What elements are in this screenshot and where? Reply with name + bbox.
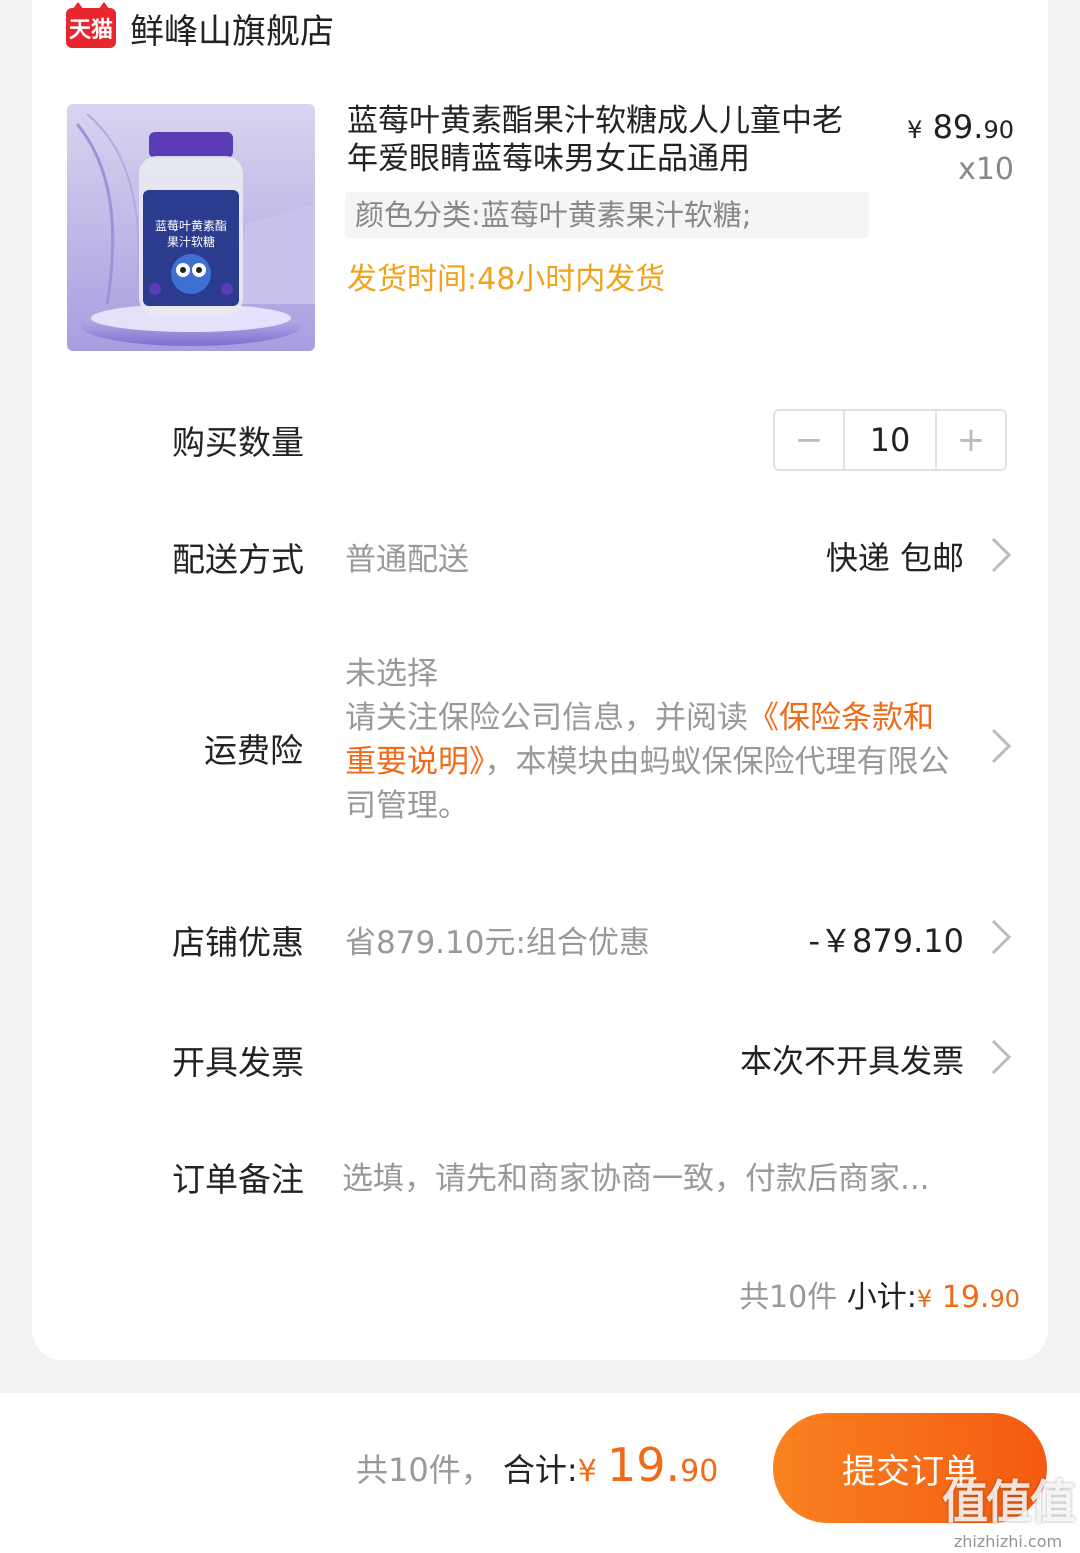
chevron-right-icon (991, 919, 1012, 955)
discount-value: 省879.10元:组合优惠 (345, 925, 650, 961)
quantity-stepper: − 10 + (773, 409, 1007, 471)
order-note-input[interactable]: 选填，请先和商家协商一致，付款后商家... (342, 1153, 1012, 1198)
shop-name[interactable]: 鲜峰山旗舰店 (130, 4, 334, 53)
image-label-line2: 果汁软糖 (167, 234, 215, 249)
insurance-status: 未选择 (345, 656, 438, 692)
chevron-right-icon (991, 728, 1012, 764)
product-price: ¥ 89.90 (907, 108, 1014, 146)
insurance-notice: 请关注保险公司信息，并阅读 (345, 700, 748, 736)
product-title[interactable]: 蓝莓叶黄素酯果汁软糖成人儿童中老年爱眼睛蓝莓味男女正品通用 (347, 102, 857, 178)
chevron-right-icon (991, 1039, 1012, 1075)
plus-button[interactable]: + (937, 411, 1005, 469)
product-sku[interactable]: 颜色分类:蓝莓叶黄素果汁软糖; (345, 192, 869, 238)
invoice-label: 开具发票 (172, 1043, 304, 1082)
shop-header[interactable]: 天猫 鲜峰山旗舰店 (66, 2, 334, 53)
watermark: 值值值 zhizhizhi.com (942, 1475, 1076, 1551)
tmall-logo-icon: 天猫 (66, 2, 116, 48)
order-card: 天猫 鲜峰山旗舰店 蓝莓叶黄素酯 果汁软糖 蓝莓叶黄素酯果汁软糖成人儿童中老年爱… (32, 0, 1048, 1360)
chevron-right-icon (991, 537, 1012, 573)
ship-time-text: 发货时间:48小时内发货 (347, 262, 666, 297)
discount-amount: -￥879.10 (808, 922, 964, 960)
quantity-label: 购买数量 (172, 423, 304, 462)
subtotal: 共10件 小计:¥ 19.90 (739, 1280, 1020, 1315)
product-image[interactable]: 蓝莓叶黄素酯 果汁软糖 (67, 104, 315, 351)
note-label: 订单备注 (172, 1160, 304, 1199)
order-total: 共10件， 合计:¥ 19.90 (356, 1438, 719, 1492)
minus-button[interactable]: − (775, 411, 843, 469)
insurance-info: 未选择 请关注保险公司信息，并阅读《保险条款和重要说明》，本模块由蚂蚁保保险代理… (345, 652, 955, 828)
delivery-value: 普通配送 (345, 542, 469, 578)
insurance-label: 运费险 (204, 731, 303, 770)
invoice-value: 本次不开具发票 (739, 1042, 964, 1080)
product-quantity: x10 (958, 152, 1014, 187)
delivery-method: 快递 包邮 (825, 539, 964, 577)
discount-label: 店铺优惠 (172, 923, 304, 962)
quantity-input[interactable]: 10 (843, 411, 937, 469)
image-label-line1: 蓝莓叶黄素酯 (155, 219, 227, 233)
delivery-label: 配送方式 (172, 540, 304, 579)
